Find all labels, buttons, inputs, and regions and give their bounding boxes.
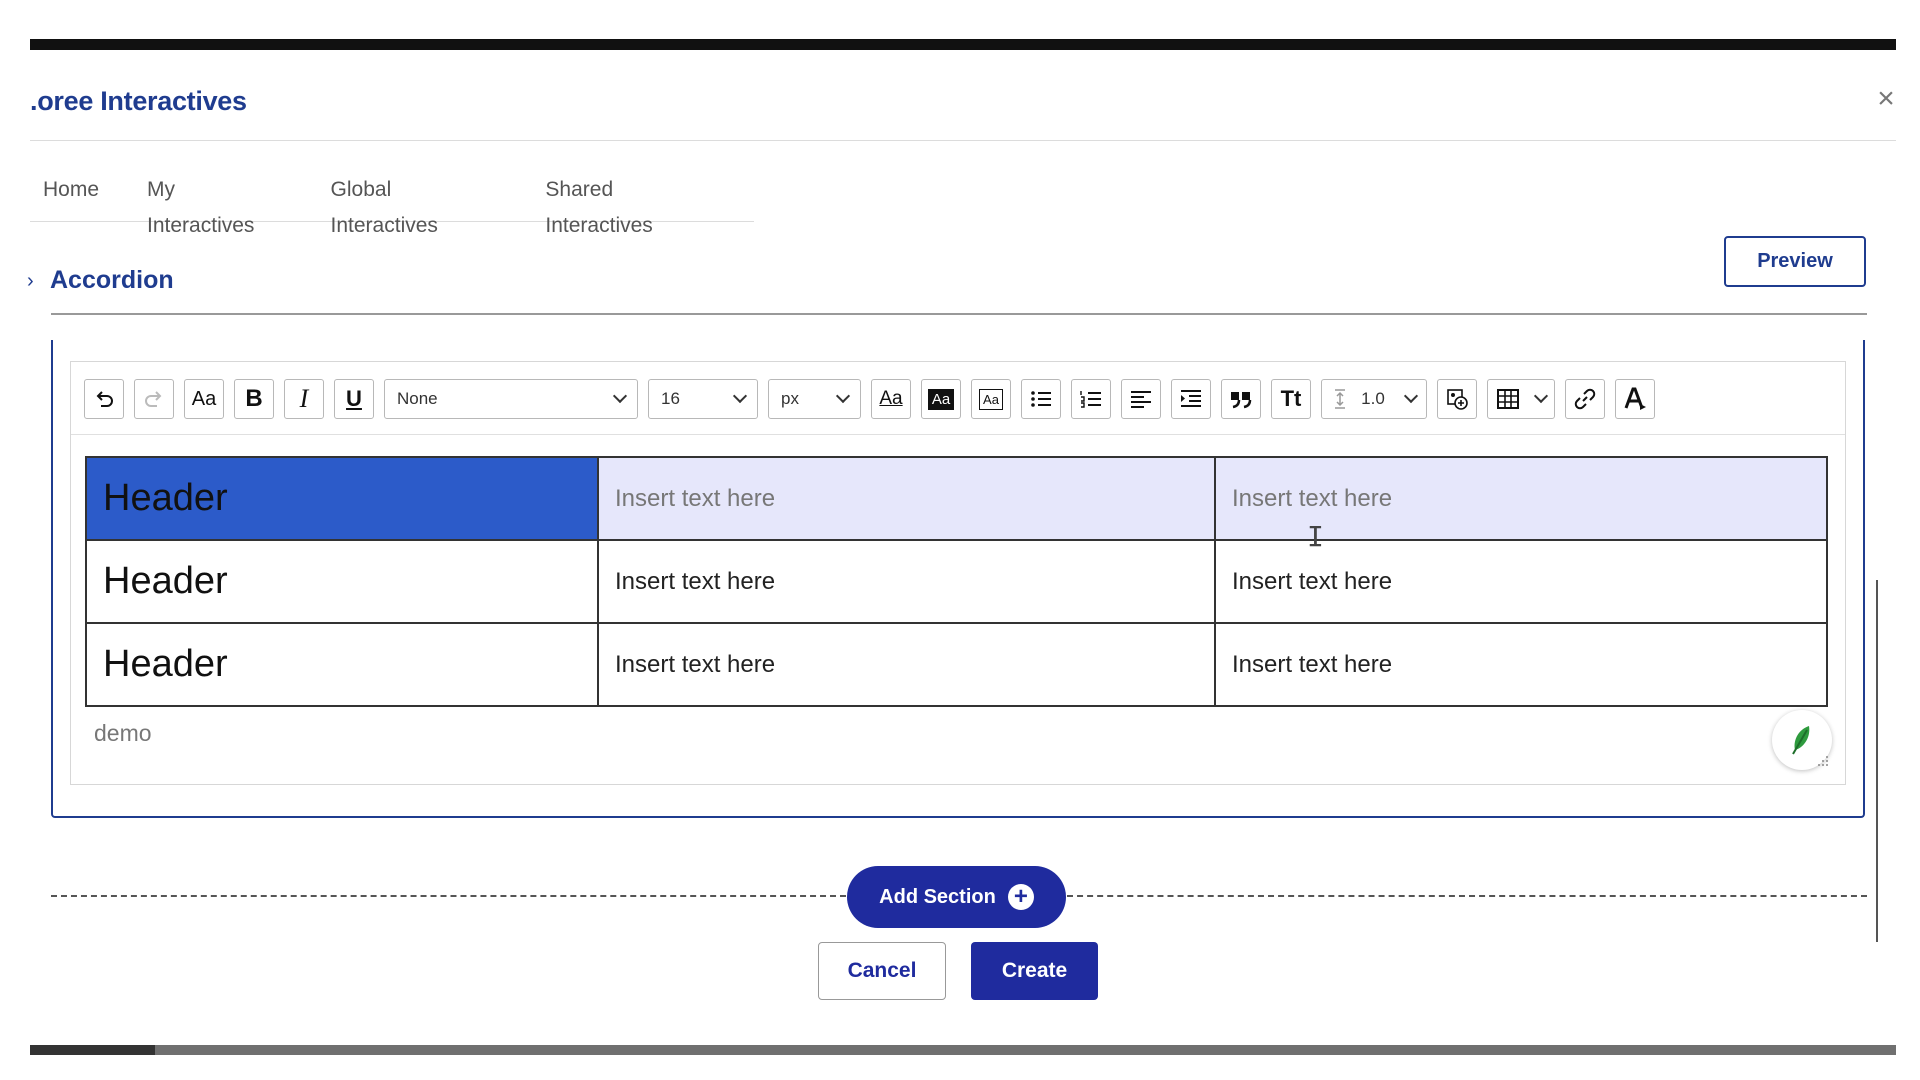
chevron-down-icon bbox=[1533, 388, 1549, 404]
table-row[interactable]: Header Insert text here Insert text here bbox=[85, 622, 1828, 707]
font-family-select[interactable]: None bbox=[384, 379, 638, 419]
table-select[interactable] bbox=[1487, 379, 1555, 419]
numbered-list-button[interactable] bbox=[1071, 379, 1111, 419]
text-style-label: Aa bbox=[879, 388, 903, 409]
scrollbar-thumb[interactable] bbox=[30, 1045, 155, 1055]
boxed-text-label: Aa bbox=[979, 388, 1003, 410]
table-cell[interactable]: Insert text here bbox=[597, 539, 1216, 624]
font-unit-value: px bbox=[781, 389, 799, 408]
text-cursor-icon: I bbox=[1307, 520, 1324, 553]
content-table: Header Insert text here Insert text here… bbox=[85, 456, 1828, 707]
section-separator-right bbox=[1067, 895, 1867, 897]
font-size-select[interactable]: 16 bbox=[648, 379, 758, 419]
numbered-list-icon bbox=[1080, 391, 1101, 408]
close-button[interactable]: × bbox=[1871, 84, 1901, 114]
vertical-scrollbar[interactable] bbox=[1876, 580, 1878, 942]
horizontal-scrollbar[interactable] bbox=[30, 1045, 1896, 1055]
chevron-down-icon bbox=[835, 388, 851, 404]
font-size-value: 16 bbox=[661, 389, 680, 408]
line-height-select[interactable]: 1.0 bbox=[1321, 379, 1427, 419]
insert-link-button[interactable] bbox=[1565, 379, 1605, 419]
redo-icon bbox=[145, 391, 162, 407]
clear-format-button[interactable] bbox=[1615, 379, 1655, 419]
table-icon bbox=[1497, 389, 1519, 409]
tab-shared-interactives[interactable]: Shared Interactives bbox=[532, 172, 732, 237]
undo-icon bbox=[96, 391, 113, 407]
table-header-cell[interactable]: Header bbox=[85, 622, 599, 707]
toolbar-divider bbox=[71, 434, 1845, 435]
editor-toolbar: Aa B I U None 16 px Aa Aa Aa Tt 1.0 bbox=[84, 378, 1655, 420]
quote-icon bbox=[1231, 392, 1252, 409]
chevron-down-icon bbox=[1403, 388, 1419, 404]
table-cell[interactable]: Insert text here bbox=[597, 456, 1216, 541]
chevron-down-icon bbox=[732, 388, 748, 404]
bullet-list-icon bbox=[1031, 391, 1051, 407]
indent-button[interactable] bbox=[1171, 379, 1211, 419]
tab-global-interactives[interactable]: Global Interactives bbox=[318, 172, 511, 237]
table-cell[interactable]: Insert text here bbox=[1214, 622, 1828, 707]
redo-button[interactable] bbox=[134, 379, 174, 419]
link-icon bbox=[1574, 388, 1596, 410]
cancel-button[interactable]: Cancel bbox=[818, 942, 946, 1000]
align-left-button[interactable] bbox=[1121, 379, 1161, 419]
section-separator-left bbox=[51, 895, 846, 897]
chevron-down-icon bbox=[612, 388, 628, 404]
font-case-button[interactable]: Aa bbox=[184, 379, 224, 419]
title-divider bbox=[30, 140, 1896, 141]
heading-button[interactable]: Tt bbox=[1271, 379, 1311, 419]
tab-my-interactives[interactable]: My Interactives bbox=[134, 172, 296, 237]
highlight-button[interactable]: Aa bbox=[921, 379, 961, 419]
table-header-cell[interactable]: Header bbox=[85, 539, 599, 624]
create-button[interactable]: Create bbox=[971, 942, 1098, 1000]
bullet-list-button[interactable] bbox=[1021, 379, 1061, 419]
add-section-label: Add Section bbox=[879, 885, 996, 908]
boxed-text-button[interactable]: Aa bbox=[971, 379, 1011, 419]
insert-image-button[interactable] bbox=[1437, 379, 1477, 419]
section-divider bbox=[51, 313, 1867, 315]
font-family-value: None bbox=[397, 389, 438, 408]
app-title: .oree Interactives bbox=[30, 86, 247, 116]
align-left-icon bbox=[1131, 391, 1151, 408]
font-unit-select[interactable]: px bbox=[768, 379, 861, 419]
preview-button[interactable]: Preview bbox=[1724, 236, 1866, 287]
blockquote-button[interactable] bbox=[1221, 379, 1261, 419]
table-row[interactable]: Header Insert text here Insert text here bbox=[85, 539, 1828, 624]
image-icon bbox=[1447, 389, 1468, 410]
line-height-value: 1.0 bbox=[1361, 389, 1385, 408]
add-section-button[interactable]: Add Section + bbox=[847, 866, 1066, 928]
section-title[interactable]: Accordion bbox=[50, 266, 174, 295]
table-header-cell[interactable]: Header bbox=[85, 456, 599, 541]
editor-caption: demo bbox=[94, 720, 152, 746]
bold-button[interactable]: B bbox=[234, 379, 274, 419]
text-style-button[interactable]: Aa bbox=[871, 379, 911, 419]
italic-button[interactable]: I bbox=[284, 379, 324, 419]
feather-icon bbox=[1792, 726, 1810, 755]
window-top-bar bbox=[30, 39, 1896, 50]
tab-home[interactable]: Home bbox=[30, 172, 112, 208]
underline-button[interactable]: U bbox=[334, 379, 374, 419]
text-color-icon bbox=[1624, 387, 1646, 410]
indent-icon bbox=[1181, 390, 1201, 407]
table-cell[interactable]: Insert text here bbox=[597, 622, 1216, 707]
highlight-label: Aa bbox=[927, 388, 955, 410]
resize-handle-icon[interactable] bbox=[1816, 754, 1830, 768]
plus-circle-icon: + bbox=[1007, 884, 1034, 910]
undo-button[interactable] bbox=[84, 379, 124, 419]
nav-tabs: Home My Interactives Global Interactives… bbox=[30, 172, 754, 237]
chevron-right-icon[interactable]: › bbox=[27, 270, 34, 293]
table-row[interactable]: Header Insert text here Insert text here bbox=[85, 456, 1828, 541]
line-height-icon bbox=[1335, 389, 1345, 409]
